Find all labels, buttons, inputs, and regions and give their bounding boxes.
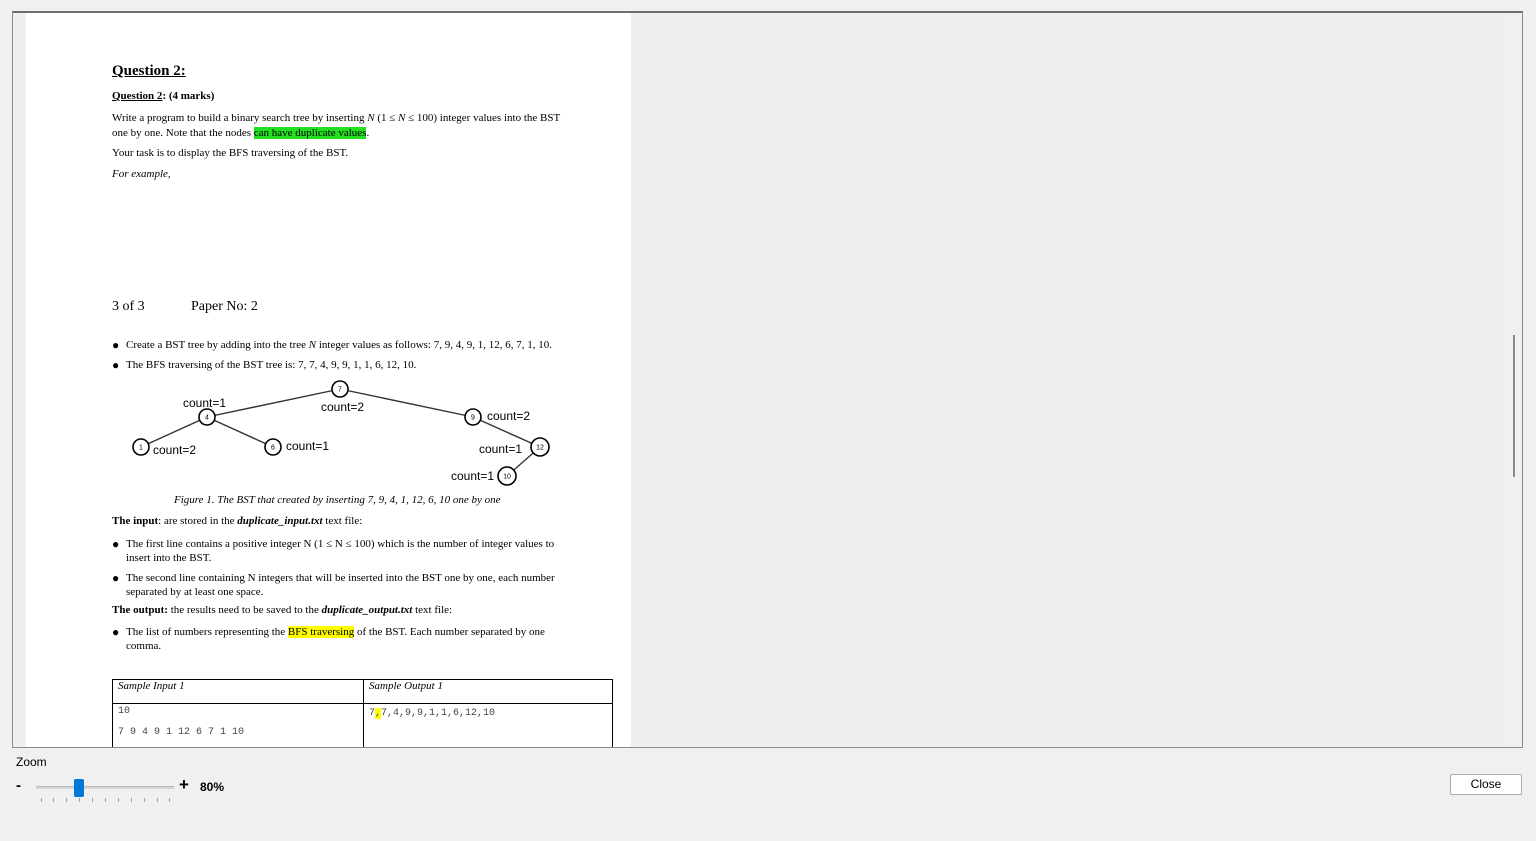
output-b1-line2: comma.	[126, 640, 162, 652]
sample-input-line1: 10	[118, 706, 131, 717]
para1-range-b: ≤ 100) integer values into the BST	[405, 112, 561, 124]
example-label: For example,	[112, 168, 171, 180]
output-bullet: ● The list of numbers representing the B…	[112, 625, 572, 653]
input-b1-line2: insert into the BST.	[126, 552, 212, 564]
output-description: The output: the results need to be saved…	[112, 604, 452, 616]
output-label: The output:	[112, 604, 168, 616]
bullet-dot: ●	[112, 625, 120, 639]
close-button[interactable]: Close	[1450, 774, 1522, 795]
question-subheading: Question 2: (4 marks)	[112, 90, 214, 102]
output-b1-after: of the BST. Each number separated by one	[354, 626, 545, 638]
problem-paragraph: Write a program to build a binary search…	[112, 111, 582, 141]
slider-tick	[79, 798, 80, 802]
zoom-value: 80%	[200, 780, 225, 794]
tree-node-1: 1	[132, 438, 150, 456]
bfs-traversing-highlight: BFS traversing	[287, 626, 355, 638]
zoom-in-button[interactable]: +	[179, 775, 189, 795]
para1-line2: one by one. Note that the nodes	[112, 127, 254, 139]
slider-tick	[105, 798, 106, 802]
document-viewer[interactable]: Question 2: Question 2: (4 marks) Write …	[12, 11, 1523, 748]
input-description: The input: are stored in the duplicate_i…	[112, 515, 362, 527]
subheading-label: Question 2	[112, 90, 163, 102]
node-value: 1	[139, 445, 143, 452]
bst-diagram: 7 4 9 1 6 12 10 count=2 count=1 count=2 …	[132, 380, 550, 486]
slider-tick	[157, 798, 158, 802]
sample-output-header: Sample Output 1	[369, 680, 443, 692]
slider-tick	[41, 798, 42, 802]
zoom-slider-track[interactable]	[36, 786, 174, 789]
para1-text: Write a program to build a binary search…	[112, 112, 368, 124]
slider-tick	[92, 798, 93, 802]
subheading-marks: : (4 marks)	[162, 90, 215, 102]
question-heading: Question 2:	[112, 63, 186, 79]
output-b1-text: The list of numbers representing the	[126, 626, 288, 638]
input-label: The input	[112, 515, 159, 527]
para1-n: N	[367, 112, 375, 124]
count-label-9: count=2	[487, 409, 530, 423]
input-bullet-first-line: ● The first line contains a positive int…	[112, 537, 572, 565]
sample-input-line2: 7 9 4 9 1 12 6 7 1 10	[118, 727, 245, 738]
bullet-dot: ●	[112, 571, 120, 585]
count-label-6: count=1	[286, 439, 329, 453]
para1-range-a: (1 ≤	[374, 112, 399, 124]
slider-tick	[66, 798, 67, 802]
input-b1-line1: The first line contains a positive integ…	[126, 538, 555, 550]
input-filename: duplicate_input.txt	[237, 515, 323, 527]
sample-output-rest: 7,4,9,9,1,1,6,12,10	[381, 708, 496, 719]
input-b2-line2: separated by at least one space.	[126, 586, 264, 598]
slider-tick	[144, 798, 145, 802]
duplicate-values-highlight: can have duplicate values	[253, 127, 367, 139]
vertical-scrollbar[interactable]	[1506, 13, 1522, 747]
bullet-dot: ●	[112, 358, 120, 372]
zoom-slider-thumb[interactable]	[74, 779, 84, 797]
tree-node-7: 7	[331, 380, 349, 398]
node-value: 12	[536, 445, 544, 452]
bullet-bfs-result: ● The BFS traversing of the BST tree is:…	[112, 358, 572, 372]
count-label-4: count=1	[183, 396, 226, 410]
scrollbar-thumb[interactable]	[1513, 335, 1515, 477]
slider-tick	[169, 798, 170, 802]
slider-tick	[131, 798, 132, 802]
bullet1-text: Create a BST tree by adding into the tre…	[126, 339, 309, 351]
node-value: 4	[205, 415, 209, 422]
para1-end: .	[366, 127, 370, 139]
count-label-7: count=2	[321, 400, 364, 414]
figure-caption: Figure 1. The BST that created by insert…	[174, 494, 501, 506]
input-bullet-second-line: ● The second line containing N integers …	[112, 571, 572, 599]
task-paragraph: Your task is to display the BFS traversi…	[112, 147, 349, 159]
node-value: 10	[503, 474, 511, 481]
sample-input-header: Sample Input 1	[118, 680, 185, 692]
count-label-10: count=1	[451, 469, 494, 483]
tree-node-4: 4	[198, 408, 216, 426]
document-page: Question 2: Question 2: (4 marks) Write …	[26, 13, 631, 747]
tree-node-6: 6	[264, 438, 282, 456]
output-text: the results need to be saved to the	[167, 604, 322, 616]
page-number: 3 of 3	[112, 299, 145, 314]
sample-table: Sample Input 1 Sample Output 1 10 7 9 4 …	[112, 679, 613, 747]
bullet2-text: The BFS traversing of the BST tree is: 7…	[126, 359, 417, 371]
input-b2-line1: The second line containing N integers th…	[126, 572, 555, 584]
edge-4-6	[206, 416, 274, 448]
tree-node-10: 10	[497, 466, 517, 486]
slider-tick	[53, 798, 54, 802]
bullet-dot: ●	[112, 537, 120, 551]
zoom-out-button[interactable]: -	[16, 777, 21, 794]
zoom-label: Zoom	[16, 755, 47, 769]
paper-number: Paper No: 2	[191, 299, 258, 314]
tree-node-9: 9	[464, 408, 482, 426]
input-text: : are stored in the	[158, 515, 238, 527]
bullet1-values: integer values as follows: 7, 9, 4, 9, 1…	[316, 339, 552, 351]
node-value: 6	[271, 445, 275, 452]
bullet-create-bst: ● Create a BST tree by adding into the t…	[112, 338, 572, 352]
output-text-end: text file:	[412, 604, 453, 616]
count-label-1: count=2	[153, 443, 196, 457]
input-text-end: text file:	[322, 515, 363, 527]
count-label-12: count=1	[479, 442, 522, 456]
node-value: 9	[471, 415, 475, 422]
output-filename: duplicate_output.txt	[321, 604, 413, 616]
tree-node-12: 12	[530, 437, 550, 457]
node-value: 7	[338, 387, 342, 394]
slider-tick	[118, 798, 119, 802]
bullet-dot: ●	[112, 338, 120, 352]
